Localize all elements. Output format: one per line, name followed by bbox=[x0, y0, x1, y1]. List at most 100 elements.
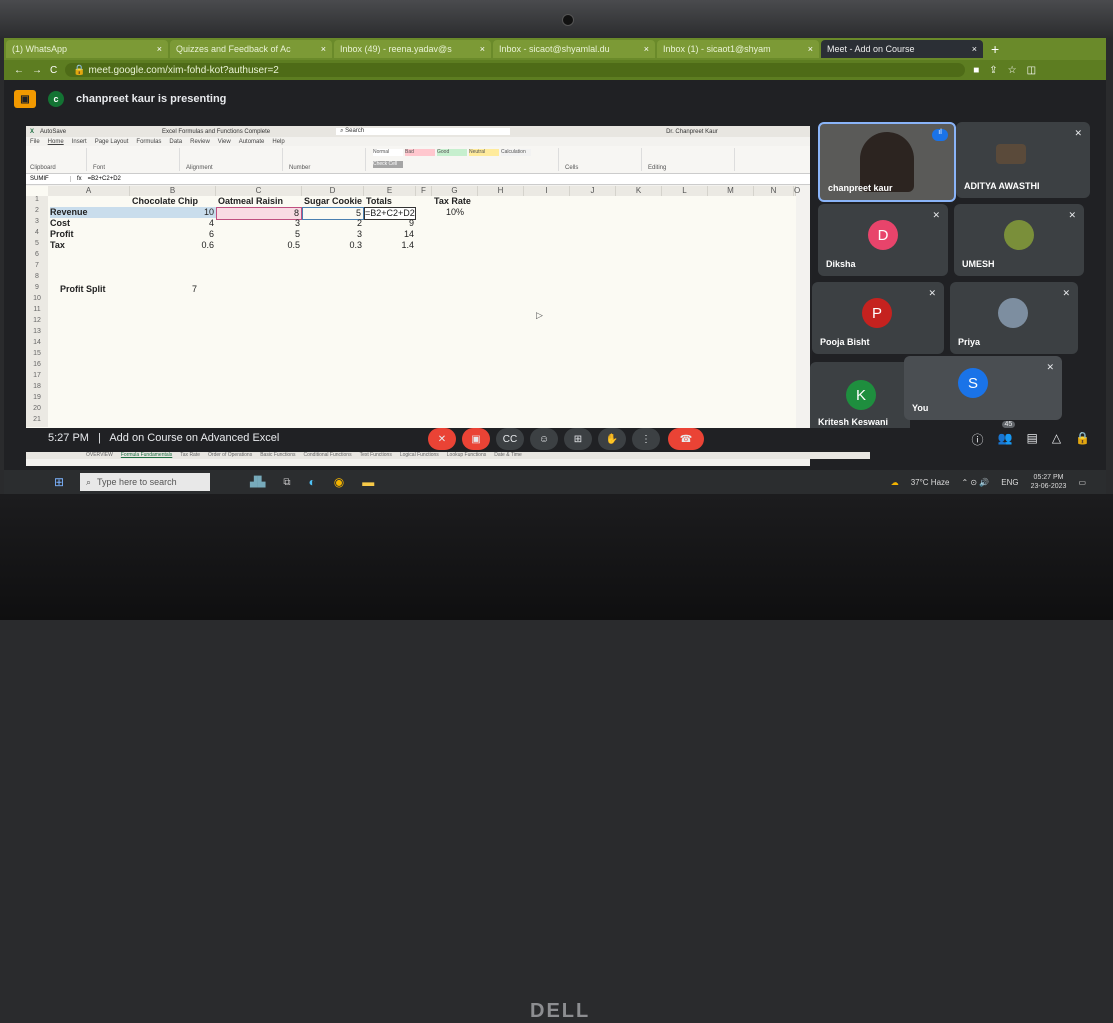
row-header[interactable]: 5 bbox=[26, 240, 48, 251]
column-header[interactable]: M bbox=[708, 186, 754, 196]
font-group[interactable]: Font bbox=[93, 148, 180, 171]
close-icon[interactable]: × bbox=[321, 44, 326, 54]
cell-e5[interactable]: 1.4 bbox=[364, 240, 416, 251]
editing-group[interactable]: Editing bbox=[648, 148, 735, 171]
cell-g1[interactable]: Tax Rate bbox=[434, 196, 471, 207]
cell-g2[interactable]: 10% bbox=[446, 207, 464, 218]
cells-group[interactable]: Cells bbox=[565, 148, 642, 171]
tab-inbox-sicaot[interactable]: Inbox - sicaot@shyamlal.du × bbox=[493, 40, 655, 58]
column-header[interactable]: L bbox=[662, 186, 708, 196]
row-header[interactable]: 13 bbox=[26, 328, 48, 339]
row-header[interactable]: 11 bbox=[26, 306, 48, 317]
column-header[interactable]: O bbox=[794, 186, 800, 196]
tab-inbox-reena[interactable]: Inbox (49) - reena.yadav@s × bbox=[334, 40, 491, 58]
cell-c3[interactable]: 3 bbox=[216, 218, 302, 229]
sheet-tab[interactable]: Tax Rate bbox=[180, 452, 200, 458]
cell-a5[interactable]: Tax bbox=[50, 240, 65, 251]
row-header[interactable]: 15 bbox=[26, 350, 48, 361]
language-indicator[interactable]: ENG bbox=[1001, 478, 1018, 487]
end-call-button[interactable]: ☎ bbox=[668, 428, 704, 450]
cell-a9[interactable]: Profit Split bbox=[60, 284, 106, 295]
chat-icon[interactable]: ▤ bbox=[1026, 431, 1037, 448]
sheet-tab[interactable]: Date & Time bbox=[494, 452, 522, 458]
cell-c4[interactable]: 5 bbox=[216, 229, 302, 240]
participant-tile-pooja[interactable]: ✕ P Pooja Bisht bbox=[812, 282, 944, 354]
cell-e3[interactable]: 9 bbox=[364, 218, 416, 229]
menu-review[interactable]: Review bbox=[190, 139, 210, 145]
close-icon[interactable]: × bbox=[157, 44, 162, 54]
row-header[interactable]: 17 bbox=[26, 372, 48, 383]
url-field[interactable]: 🔒 meet.google.com/xim-fohd-kot?authuser=… bbox=[65, 63, 966, 77]
sheet-tab-active[interactable]: Formula Fundamentals bbox=[121, 452, 172, 458]
menu-data[interactable]: Data bbox=[169, 139, 182, 145]
taskbar-clock[interactable]: 05:27 PM 23-06-2023 bbox=[1031, 473, 1067, 491]
close-icon[interactable]: × bbox=[972, 44, 977, 54]
new-tab-button[interactable]: + bbox=[985, 41, 1005, 57]
column-header[interactable]: J bbox=[570, 186, 616, 196]
style-neutral[interactable]: Neutral bbox=[469, 149, 499, 156]
column-header[interactable]: G bbox=[432, 186, 478, 196]
menu-help[interactable]: Help bbox=[272, 139, 284, 145]
participant-tile-diksha[interactable]: ✕ D Diksha bbox=[818, 204, 948, 276]
forward-icon[interactable]: → bbox=[32, 65, 42, 76]
row-header[interactable]: 14 bbox=[26, 339, 48, 350]
style-good[interactable]: Good bbox=[437, 149, 467, 156]
row-header[interactable]: 7 bbox=[26, 262, 48, 273]
column-header[interactable]: I bbox=[524, 186, 570, 196]
camera-off-button[interactable]: ▣ bbox=[462, 428, 490, 450]
column-header[interactable]: N bbox=[754, 186, 794, 196]
column-header[interactable]: K bbox=[616, 186, 662, 196]
sheet-tab[interactable]: Order of Operations bbox=[208, 452, 252, 458]
column-header[interactable]: F bbox=[416, 186, 432, 196]
row-header[interactable]: 3 bbox=[26, 218, 48, 229]
name-box[interactable]: SUMIF bbox=[30, 176, 71, 182]
alignment-group[interactable]: Alignment bbox=[186, 148, 283, 171]
sheet-tab[interactable]: Text Functions bbox=[360, 452, 392, 458]
cell-c1[interactable]: Oatmeal Raisin bbox=[218, 196, 283, 207]
cell-a4[interactable]: Profit bbox=[50, 229, 74, 240]
mic-off-button[interactable]: ✕ bbox=[428, 428, 456, 450]
cell-b9[interactable]: 7 bbox=[192, 284, 197, 295]
reload-icon[interactable]: C bbox=[50, 65, 57, 76]
captions-button[interactable]: CC bbox=[496, 428, 524, 450]
row-header[interactable]: 12 bbox=[26, 317, 48, 328]
host-controls-icon[interactable]: 🔒 bbox=[1075, 431, 1090, 448]
chrome-icon[interactable]: ◉ bbox=[334, 475, 344, 489]
spreadsheet-grid[interactable]: A B C D E F G H I J K L M N O 1 2 3 4 5 bbox=[26, 186, 800, 448]
menu-automate[interactable]: Automate bbox=[239, 139, 265, 145]
sheet-tab[interactable]: Basic Functions bbox=[260, 452, 295, 458]
tab-meet[interactable]: Meet - Add on Course × bbox=[821, 40, 983, 58]
row-header[interactable]: 16 bbox=[26, 361, 48, 372]
menu-home[interactable]: Home bbox=[48, 139, 64, 145]
emoji-button[interactable]: ☺ bbox=[530, 428, 558, 450]
style-calculation[interactable]: Calculation bbox=[501, 149, 531, 156]
sheet-tab[interactable]: Lookup Functions bbox=[447, 452, 486, 458]
cell-a2[interactable]: Revenue bbox=[50, 207, 130, 218]
row-header[interactable]: 21 bbox=[26, 416, 48, 427]
row-header[interactable]: 6 bbox=[26, 251, 48, 262]
participant-tile-aditya[interactable]: ✕ ADITYA AWASTHI bbox=[956, 122, 1090, 198]
column-header[interactable]: H bbox=[478, 186, 524, 196]
row-header[interactable]: 1 bbox=[26, 196, 48, 207]
cell-b4[interactable]: 6 bbox=[130, 229, 216, 240]
style-bad[interactable]: Bad bbox=[405, 149, 435, 156]
participant-tile-chanpreet[interactable]: ıl chanpreet kaur bbox=[818, 122, 956, 202]
participant-tile-kritesh[interactable]: K Kritesh Keswani bbox=[810, 362, 910, 434]
menu-view[interactable]: View bbox=[218, 139, 231, 145]
people-icon[interactable]: 👥 45 bbox=[998, 421, 1016, 448]
task-view-icon[interactable]: ⧉ bbox=[283, 477, 290, 488]
present-button[interactable]: ⊞ bbox=[564, 428, 592, 450]
close-icon[interactable]: × bbox=[644, 44, 649, 54]
notification-icon[interactable]: ▭ bbox=[1078, 478, 1086, 487]
tab-whatsapp[interactable]: (1) WhatsApp × bbox=[6, 40, 168, 58]
participant-tile-priya[interactable]: ✕ Priya bbox=[950, 282, 1078, 354]
row-header[interactable]: 10 bbox=[26, 295, 48, 306]
raise-hand-button[interactable]: ✋ bbox=[598, 428, 626, 450]
row-header[interactable]: 9 bbox=[26, 284, 48, 295]
more-options-button[interactable]: ⋮ bbox=[632, 428, 660, 450]
back-icon[interactable]: ← bbox=[14, 65, 24, 76]
bookmark-icon[interactable]: ☆ bbox=[1008, 65, 1017, 76]
column-header[interactable]: E bbox=[364, 186, 416, 196]
edge-icon[interactable]: ◐ bbox=[309, 475, 316, 489]
sidepanel-icon[interactable]: ◫ bbox=[1027, 65, 1036, 76]
